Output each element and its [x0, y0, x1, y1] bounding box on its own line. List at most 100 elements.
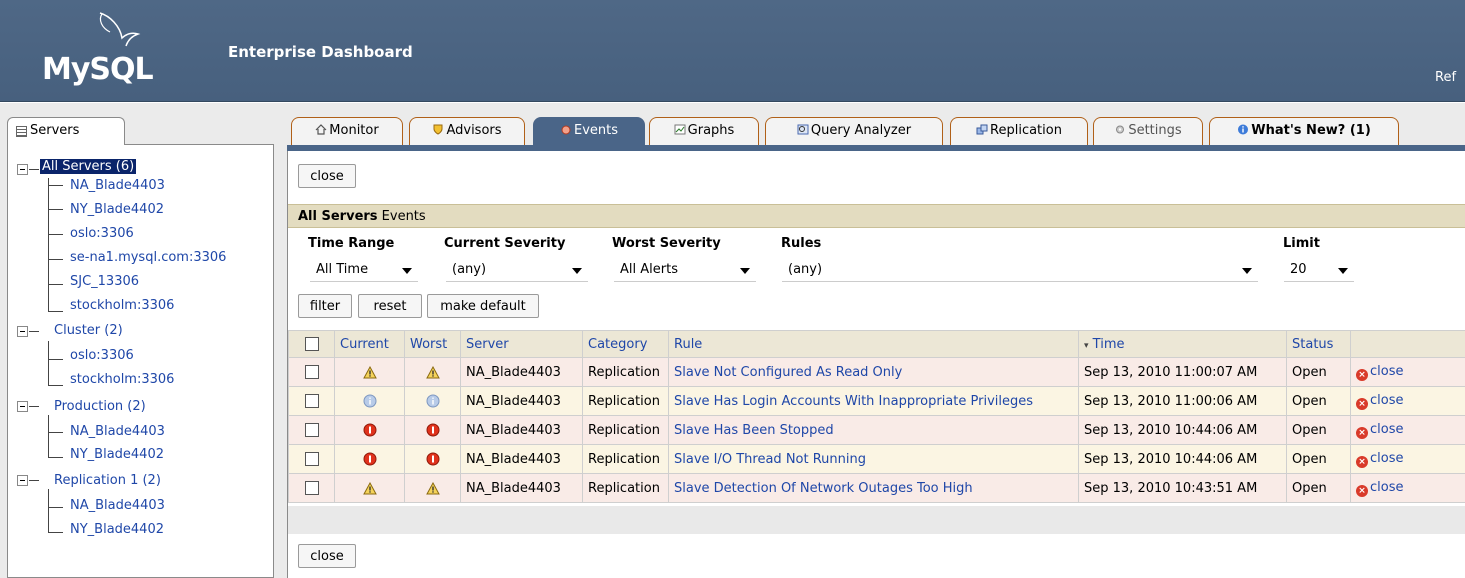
limit-label: Limit — [1283, 236, 1320, 251]
tree-node-group[interactable]: Production (2) — [54, 399, 146, 414]
tree-node-server[interactable]: NA_Blade4403 — [70, 424, 165, 439]
close-button-bottom[interactable]: close — [298, 544, 356, 568]
tab-advisors[interactable]: Advisors — [409, 117, 525, 145]
collapse-icon[interactable] — [17, 475, 28, 486]
row-checkbox[interactable] — [304, 452, 319, 466]
shield-icon — [433, 124, 443, 135]
tab-replication[interactable]: Replication — [950, 117, 1088, 145]
status-cell: Open — [1286, 415, 1351, 445]
select-all-checkbox[interactable] — [304, 337, 319, 351]
col-header-current[interactable]: Current — [334, 330, 405, 358]
tab-settings[interactable]: Settings — [1093, 117, 1203, 145]
rule-link[interactable]: Slave I/O Thread Not Running — [674, 452, 866, 467]
filter-button[interactable]: filter — [298, 294, 352, 318]
rule-link[interactable]: Slave Not Configured As Read Only — [674, 365, 902, 380]
col-header-time[interactable]: ▾ Time — [1078, 330, 1287, 358]
rule-cell: Slave Not Configured As Read Only — [668, 357, 1079, 387]
row-checkbox-cell[interactable] — [288, 386, 335, 416]
close-event-link[interactable]: × close — [1356, 393, 1403, 410]
row-checkbox-cell[interactable] — [288, 415, 335, 445]
close-icon: × — [1356, 368, 1368, 381]
col-header-rule[interactable]: Rule — [668, 330, 1079, 358]
tree-node-server[interactable]: NA_Blade4403 — [70, 498, 165, 513]
tree-node-server[interactable]: oslo:3306 — [70, 348, 134, 363]
row-checkbox-cell[interactable] — [288, 444, 335, 474]
tree-connector — [48, 209, 63, 210]
events-table: Current Worst Server Category Rule ▾ Tim… — [288, 330, 1465, 503]
limit-select[interactable]: 20 — [1284, 258, 1354, 282]
table-row[interactable]: NA_Blade4403 Replication Slave I/O Thread … — [288, 444, 1465, 474]
tab-events[interactable]: Events — [533, 117, 645, 147]
close-event-link[interactable]: × close — [1356, 364, 1403, 381]
time-cell: Sep 13, 2010 10:44:06 AM — [1078, 444, 1287, 474]
rules-select[interactable]: (any) — [782, 258, 1258, 282]
chart-icon — [674, 124, 686, 135]
magnifier-icon — [797, 124, 809, 135]
tree-node-server[interactable]: NY_Blade4402 — [70, 447, 164, 462]
tree-node-server[interactable]: NA_Blade4403 — [70, 178, 165, 193]
reset-button[interactable]: reset — [358, 294, 422, 318]
table-row[interactable]: NA_Blade4403 Replication Slave Detection O… — [288, 473, 1465, 503]
tree-node-server[interactable]: stockholm:3306 — [70, 298, 174, 313]
tree-node-server[interactable]: oslo:3306 — [70, 226, 134, 241]
current-severity-select[interactable]: (any) — [446, 258, 588, 282]
tab-graphs[interactable]: Graphs — [649, 117, 759, 145]
current-severity-cell — [334, 415, 405, 445]
close-event-label: close — [1370, 450, 1404, 466]
tree-connector — [48, 415, 49, 457]
collapse-icon[interactable] — [17, 326, 28, 337]
collapse-icon[interactable] — [17, 401, 28, 412]
tree-connector — [48, 341, 49, 385]
row-checkbox-cell[interactable] — [288, 473, 335, 503]
tree-connector — [48, 507, 63, 508]
server-cell: NA_Blade4403 — [460, 415, 583, 445]
tree-node-server[interactable]: NY_Blade4402 — [70, 522, 164, 537]
servers-tab[interactable]: Servers — [7, 117, 125, 145]
app-title: Enterprise Dashboard — [228, 43, 413, 61]
tree-node-server[interactable]: SJC_13306 — [70, 274, 139, 289]
select-all-checkbox-cell[interactable] — [288, 330, 335, 358]
col-header-category[interactable]: Category — [582, 330, 669, 358]
sort-desc-icon: ▾ — [1084, 340, 1089, 351]
alarm-icon — [561, 125, 571, 135]
rule-link[interactable]: Slave Has Been Stopped — [674, 423, 834, 438]
row-checkbox[interactable] — [304, 394, 319, 408]
rule-link[interactable]: Slave Detection Of Network Outages Too H… — [674, 481, 973, 496]
tree-node-group[interactable]: Cluster (2) — [54, 323, 123, 338]
table-row[interactable]: NA_Blade4403 Replication Slave Not Configu… — [288, 357, 1465, 387]
row-checkbox[interactable] — [304, 423, 319, 437]
col-header-actions — [1350, 330, 1465, 358]
tree-node-server[interactable]: stockholm:3306 — [70, 372, 174, 387]
warning-icon — [362, 481, 377, 494]
close-event-link[interactable]: × close — [1356, 480, 1403, 497]
close-event-link[interactable]: × close — [1356, 422, 1403, 439]
table-row[interactable]: NA_Blade4403 Replication Slave Has Been St… — [288, 415, 1465, 445]
tab-whats-new[interactable]: What's New? (1) — [1209, 117, 1399, 145]
refresh-link[interactable]: Ref — [1435, 70, 1456, 85]
select-value: (any) — [788, 262, 823, 277]
row-checkbox-cell[interactable] — [288, 357, 335, 387]
tab-label: Advisors — [446, 123, 502, 138]
col-header-worst[interactable]: Worst — [404, 330, 461, 358]
worst-severity-select[interactable]: All Alerts — [614, 258, 756, 282]
collapse-icon[interactable] — [17, 164, 28, 175]
table-row[interactable]: NA_Blade4403 Replication Slave Has Login A… — [288, 386, 1465, 416]
server-cell: NA_Blade4403 — [460, 444, 583, 474]
row-checkbox[interactable] — [304, 365, 319, 379]
col-header-status[interactable]: Status — [1286, 330, 1351, 358]
server-cell: NA_Blade4403 — [460, 473, 583, 503]
time-range-select[interactable]: All Time — [310, 258, 418, 282]
tab-query-analyzer[interactable]: Query Analyzer — [765, 117, 943, 145]
row-checkbox[interactable] — [304, 481, 319, 495]
tree-node-server[interactable]: se-na1.mysql.com:3306 — [70, 250, 226, 265]
tree-node-all-servers[interactable]: All Servers (6) — [40, 159, 137, 174]
make-default-button[interactable]: make default — [427, 294, 539, 318]
action-cell: × close — [1350, 415, 1465, 445]
tree-node-server[interactable]: NY_Blade4402 — [70, 202, 164, 217]
rule-link[interactable]: Slave Has Login Accounts With Inappropri… — [674, 394, 1033, 409]
close-button[interactable]: close — [298, 164, 356, 188]
col-header-server[interactable]: Server — [460, 330, 583, 358]
tree-node-group[interactable]: Replication 1 (2) — [54, 473, 161, 488]
tab-monitor[interactable]: Monitor — [291, 117, 403, 145]
close-event-link[interactable]: × close — [1356, 450, 1404, 468]
